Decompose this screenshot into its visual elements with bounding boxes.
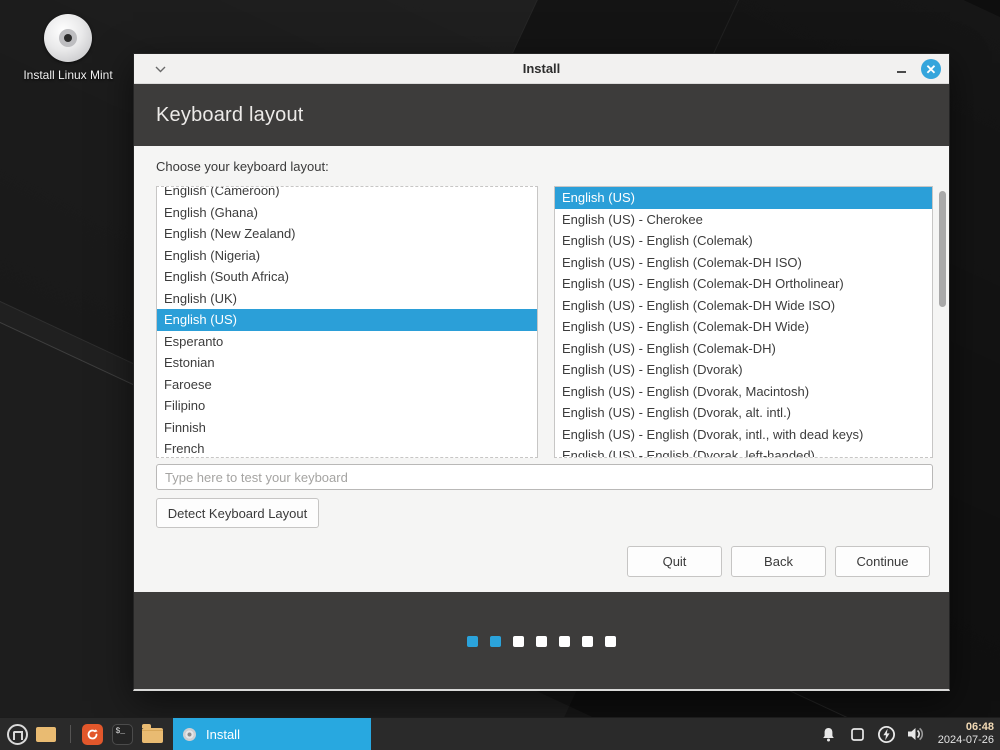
taskbar-launchers: $_ Install <box>0 718 371 750</box>
install-window: Install ✕ Keyboard layout Choose your ke… <box>133 53 950 691</box>
workspace-pager-icon[interactable] <box>36 727 56 742</box>
variant-list-item[interactable]: English (US) - English (Colemak) <box>555 230 932 252</box>
variant-list-item[interactable]: English (US) - English (Dvorak, intl., w… <box>555 424 932 446</box>
desktop-icon-install-linux-mint[interactable]: Install Linux Mint <box>22 14 114 83</box>
layout-list-item[interactable]: Estonian <box>157 352 537 374</box>
detect-keyboard-layout-button[interactable]: Detect Keyboard Layout <box>156 498 319 528</box>
window-tray-icon[interactable] <box>847 723 869 745</box>
variant-list-item[interactable]: English (US) - Cherokee <box>555 209 932 231</box>
variant-list-item[interactable]: English (US) - English (Colemak-DH Ortho… <box>555 273 932 295</box>
layout-list-item[interactable]: English (UK) <box>157 288 537 310</box>
progress-dot <box>513 636 524 647</box>
back-button[interactable]: Back <box>731 546 826 577</box>
variant-list-item[interactable]: English (US) - English (Colemak-DH Wide … <box>555 295 932 317</box>
layout-list-item[interactable]: English (New Zealand) <box>157 223 537 245</box>
progress-dot <box>467 636 478 647</box>
cd-disc-icon <box>183 728 196 741</box>
variant-list-item[interactable]: English (US) - English (Colemak-DH Wide) <box>555 316 932 338</box>
page-title: Keyboard layout <box>134 84 949 146</box>
taskbar-item-install[interactable]: Install <box>173 718 371 750</box>
layout-list-item[interactable]: English (Nigeria) <box>157 245 537 267</box>
quit-button[interactable]: Quit <box>627 546 722 577</box>
content-area: Choose your keyboard layout: English (Ca… <box>134 146 949 592</box>
layout-list-item[interactable]: Finnish <box>157 417 537 439</box>
variant-list-item[interactable]: English (US) - English (Colemak-DH ISO) <box>555 252 932 274</box>
progress-dot <box>605 636 616 647</box>
progress-dot <box>536 636 547 647</box>
action-buttons: Quit Back Continue <box>627 546 930 577</box>
terminal-icon: $_ <box>112 724 133 745</box>
variant-list-item[interactable]: English (US) - English (Dvorak, alt. int… <box>555 402 932 424</box>
variant-list-scrollbar[interactable] <box>939 191 946 307</box>
mint-menu-button[interactable] <box>0 718 34 750</box>
keyboard-variant-list[interactable]: English (US)English (US) - CherokeeEngli… <box>554 186 933 458</box>
browser-launcher[interactable] <box>77 718 107 750</box>
variant-list-item[interactable]: English (US) - English (Dvorak, Macintos… <box>555 381 932 403</box>
keyboard-layout-list[interactable]: English (Cameroon)English (Ghana)English… <box>156 186 538 458</box>
taskbar-divider <box>70 725 71 743</box>
titlebar[interactable]: Install ✕ <box>134 54 949 84</box>
window-title: Install <box>134 61 949 76</box>
taskbar-item-label: Install <box>206 727 240 742</box>
chevron-down-icon[interactable] <box>152 61 168 77</box>
progress-dot <box>559 636 570 647</box>
wizard-footer <box>134 592 949 689</box>
desktop-icon-label: Install Linux Mint <box>22 68 114 83</box>
layout-list-item[interactable]: English (Cameroon) <box>157 186 537 202</box>
layout-list-item[interactable]: Esperanto <box>157 331 537 353</box>
clock-time: 06:48 <box>938 721 994 734</box>
clock-date: 2024-07-26 <box>938 734 994 747</box>
minimize-button[interactable] <box>895 63 907 75</box>
notifications-bell-icon[interactable] <box>818 723 840 745</box>
progress-dot <box>582 636 593 647</box>
layout-list-item[interactable]: Filipino <box>157 395 537 417</box>
folder-icon <box>142 728 163 743</box>
terminal-launcher[interactable]: $_ <box>107 718 137 750</box>
system-tray: 06:48 2024-07-26 <box>818 718 1000 750</box>
layout-list-item[interactable]: Faroese <box>157 374 537 396</box>
variant-list-item[interactable]: English (US) <box>555 187 932 209</box>
layout-list-item[interactable]: English (Ghana) <box>157 202 537 224</box>
file-manager-launcher[interactable] <box>137 718 167 750</box>
variant-list-item[interactable]: English (US) - English (Colemak-DH) <box>555 338 932 360</box>
choose-layout-label: Choose your keyboard layout: <box>156 159 329 174</box>
variant-list-item[interactable]: English (US) - English (Dvorak) <box>555 359 932 381</box>
desktop: Install Linux Mint Install ✕ Keyboard la… <box>0 0 1000 750</box>
browser-icon <box>82 724 103 745</box>
clock[interactable]: 06:48 2024-07-26 <box>934 721 994 746</box>
cd-disc-icon <box>44 14 92 62</box>
volume-icon[interactable] <box>905 723 927 745</box>
close-button[interactable]: ✕ <box>921 59 941 79</box>
keyboard-test-input[interactable] <box>156 464 933 490</box>
progress-dots <box>134 636 949 647</box>
continue-button[interactable]: Continue <box>835 546 930 577</box>
mint-logo-icon <box>7 724 28 745</box>
layout-list-item[interactable]: English (South Africa) <box>157 266 537 288</box>
layout-list-item[interactable]: French <box>157 438 537 458</box>
power-icon[interactable] <box>876 723 898 745</box>
layout-list-item[interactable]: English (US) <box>157 309 537 331</box>
variant-list-item[interactable]: English (US) - English (Dvorak, left-han… <box>555 445 932 458</box>
taskbar: $_ Install 06:48 <box>0 717 1000 750</box>
progress-dot <box>490 636 501 647</box>
